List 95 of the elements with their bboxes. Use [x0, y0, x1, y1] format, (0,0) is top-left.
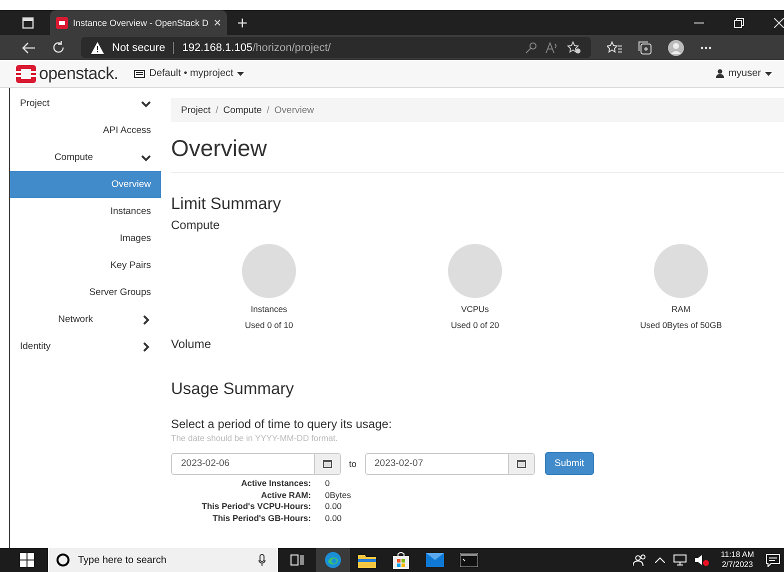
- chart-label: RAM: [672, 304, 690, 314]
- to-label: to: [349, 458, 357, 468]
- network-icon[interactable]: [672, 554, 687, 566]
- clock-date[interactable]: 2/7/2023: [722, 560, 753, 570]
- sidebar-item[interactable]: Overview: [10, 171, 161, 198]
- caret-icon: [765, 72, 772, 76]
- refresh-icon[interactable]: [52, 41, 65, 54]
- server-icon: [134, 70, 146, 78]
- usage-text: Used 0 of 20: [450, 320, 500, 330]
- stat-value: 0: [325, 478, 331, 490]
- date-format-hint: The date should be in YYYY-MM-DD format.: [171, 433, 339, 443]
- back-icon[interactable]: [22, 42, 36, 54]
- user-dropdown[interactable]: myuser: [716, 68, 772, 79]
- sidebar-item[interactable]: Images: [10, 225, 161, 252]
- stat-value: 0.00: [325, 512, 343, 524]
- stat-value: 0Bytes: [325, 490, 352, 501]
- folder-icon[interactable]: [358, 552, 376, 568]
- section-heading: Usage Summary: [171, 380, 295, 399]
- sidebar-item[interactable]: API Access: [10, 117, 161, 144]
- chevron-down-icon: [141, 152, 151, 162]
- section-heading: Limit Summary: [171, 195, 282, 214]
- breadcrumb-separator: /: [216, 104, 218, 116]
- subsection-heading: Volume: [171, 337, 212, 351]
- user-icon: [716, 69, 724, 78]
- sidebar-item[interactable]: Network: [10, 306, 161, 333]
- task-view-icon[interactable]: [290, 554, 304, 566]
- period-prompt: Select a period of time to query its usage:: [171, 417, 393, 431]
- pie-chart: [448, 244, 502, 298]
- tab-actions-icon[interactable]: [22, 16, 34, 28]
- usage-text: Used 0Bytes of 50GB: [640, 320, 722, 330]
- stat-label: This Period's GB-Hours:: [212, 512, 311, 524]
- cortana-icon: [56, 553, 70, 567]
- not-secure-label: Not secure: [112, 42, 166, 54]
- usage-text: Used 0 of 10: [244, 320, 294, 330]
- new-tab-button[interactable]: +: [237, 14, 248, 32]
- key-icon[interactable]: [525, 42, 537, 54]
- breadcrumb-item[interactable]: Project: [181, 104, 211, 116]
- muted-speaker-icon[interactable]: [694, 554, 709, 566]
- breadcrumb-item: Overview: [274, 104, 314, 116]
- chevron-up-icon[interactable]: [654, 557, 665, 563]
- favorites-icon[interactable]: [607, 41, 622, 54]
- stat-label: Active Instances:: [240, 478, 311, 490]
- profile-avatar-icon[interactable]: [668, 40, 684, 56]
- breadcrumb-item[interactable]: Compute: [223, 104, 262, 116]
- chevron-down-icon: [141, 98, 151, 108]
- openstack-logo-icon: [56, 16, 68, 28]
- pie-chart: [654, 244, 708, 298]
- start-date-field[interactable]: 2023-02-06: [171, 452, 341, 474]
- restore-icon[interactable]: [734, 18, 744, 28]
- subsection-heading: Compute: [171, 218, 221, 232]
- stat-value: 0.00: [325, 501, 343, 512]
- logo-mark-icon: [16, 64, 36, 82]
- breadcrumb-separator: /: [266, 104, 270, 116]
- clock-time[interactable]: 11:18 AM: [720, 550, 754, 560]
- page-title: Overview: [171, 135, 268, 162]
- chevron-right-icon: [141, 314, 151, 324]
- notification-icon[interactable]: [766, 554, 780, 566]
- address-bar[interactable]: Not secure 192.168.1.105/horizon/project/: [81, 37, 591, 58]
- openstack-logo[interactable]: openstack.: [16, 64, 118, 84]
- microphone-icon[interactable]: [258, 554, 266, 566]
- tab-title: Instance Overview - OpenStack D: [73, 18, 209, 28]
- terminal-icon[interactable]: [460, 553, 478, 567]
- end-date-field[interactable]: 2023-02-07: [364, 452, 535, 474]
- sidebar-item[interactable]: Compute: [10, 144, 161, 171]
- close-icon[interactable]: [774, 18, 784, 28]
- pie-chart: [242, 244, 296, 298]
- collections-icon[interactable]: [638, 40, 652, 54]
- project-dropdown[interactable]: Default • myproject: [134, 68, 244, 79]
- caret-icon: [237, 72, 244, 76]
- sidebar-item[interactable]: Project: [10, 90, 161, 117]
- url-text: 192.168.1.105/horizon/project/: [182, 42, 331, 54]
- start-icon[interactable]: [20, 553, 34, 567]
- read-aloud-icon[interactable]: [545, 42, 559, 54]
- calendar-icon[interactable]: [516, 459, 526, 468]
- people-icon[interactable]: [632, 554, 647, 566]
- chevron-right-icon: [141, 342, 151, 352]
- sidebar-item[interactable]: Server Groups: [10, 279, 161, 306]
- edge-browser-icon[interactable]: [324, 551, 342, 569]
- calendar-icon[interactable]: [323, 459, 332, 468]
- chart-label: Instances: [250, 304, 288, 314]
- sidebar-item[interactable]: Identity: [10, 333, 161, 360]
- sidebar-item[interactable]: Instances: [10, 198, 161, 225]
- more-icon[interactable]: [700, 46, 712, 50]
- browser-tab[interactable]: Instance Overview - OpenStack D ×: [50, 10, 228, 35]
- store-icon[interactable]: [393, 552, 409, 568]
- close-tab-button[interactable]: ×: [214, 15, 222, 30]
- chart-label: VCPUs: [461, 304, 489, 314]
- favorite-add-icon[interactable]: [567, 41, 581, 54]
- taskbar-search-field[interactable]: Type here to search: [48, 548, 278, 572]
- warning-icon: [91, 42, 104, 54]
- stat-label: This Period's VCPU-Hours:: [200, 501, 311, 512]
- submit-button[interactable]: Submit: [544, 452, 594, 475]
- sidebar-item[interactable]: Key Pairs: [10, 252, 161, 279]
- stat-label: Active RAM:: [260, 490, 311, 501]
- brand-name: openstack.: [39, 64, 118, 84]
